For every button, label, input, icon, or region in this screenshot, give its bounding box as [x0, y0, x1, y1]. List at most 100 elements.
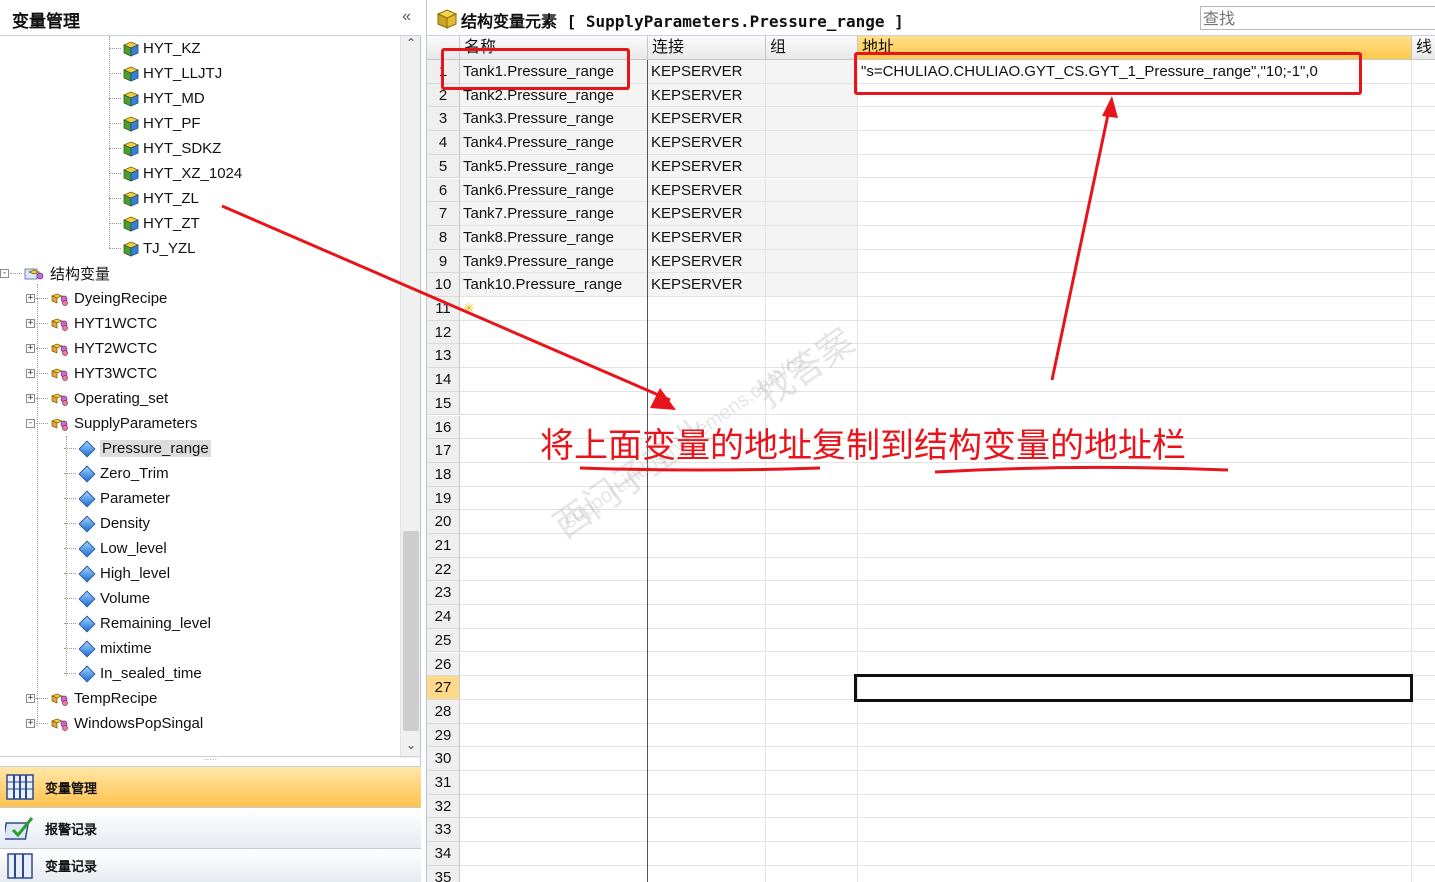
- cell-connection[interactable]: [648, 628, 766, 653]
- cell-group[interactable]: [766, 557, 858, 582]
- cell-name[interactable]: [460, 676, 648, 700]
- struct-node[interactable]: Operating_set: [50, 386, 168, 411]
- cell-connection[interactable]: [648, 510, 766, 534]
- cell-connection[interactable]: KEPSERVER: [648, 154, 766, 179]
- cell-extra[interactable]: [1412, 297, 1435, 321]
- cell-address[interactable]: [858, 486, 1412, 511]
- scroll-down-icon[interactable]: ⌄: [401, 738, 421, 758]
- cell-connection[interactable]: [648, 699, 766, 724]
- cell-connection[interactable]: [648, 605, 766, 629]
- cell-connection[interactable]: [648, 391, 766, 416]
- cell-address[interactable]: [858, 534, 1412, 558]
- expand-node-icon[interactable]: +: [26, 719, 35, 728]
- row-number[interactable]: 11: [427, 297, 460, 321]
- struct-node[interactable]: HYT3WCTC: [50, 361, 157, 386]
- cell-group[interactable]: [766, 225, 858, 250]
- tag-node[interactable]: HYT_LLJTJ: [123, 61, 222, 86]
- cell-address[interactable]: [858, 154, 1412, 179]
- struct-element-node[interactable]: Volume: [78, 586, 150, 611]
- cell-group[interactable]: [766, 320, 858, 345]
- cell-extra[interactable]: [1412, 581, 1435, 606]
- cell-address[interactable]: [858, 202, 1412, 226]
- collapse-button[interactable]: «: [402, 8, 411, 26]
- collapse-node-icon[interactable]: -: [0, 269, 9, 278]
- expand-node-icon[interactable]: +: [26, 319, 35, 328]
- row-number[interactable]: 29: [427, 723, 460, 748]
- cell-connection[interactable]: [648, 652, 766, 677]
- cell-name[interactable]: [460, 534, 648, 558]
- row-number[interactable]: 10: [427, 273, 460, 297]
- cell-address[interactable]: [858, 510, 1412, 534]
- cell-extra[interactable]: [1412, 534, 1435, 558]
- tree-scrollbar[interactable]: ⌃ ⌄: [400, 36, 420, 758]
- row-number[interactable]: 21: [427, 534, 460, 558]
- cell-connection[interactable]: [648, 818, 766, 843]
- cell-name[interactable]: Tank7.Pressure_range: [460, 202, 648, 226]
- cell-connection[interactable]: [648, 368, 766, 392]
- cell-name[interactable]: [460, 605, 648, 629]
- cell-connection[interactable]: KEPSERVER: [648, 83, 766, 108]
- cell-name[interactable]: [460, 344, 648, 369]
- cell-extra[interactable]: [1412, 202, 1435, 226]
- cell-connection[interactable]: [648, 865, 766, 882]
- cell-name[interactable]: [460, 865, 648, 882]
- cell-extra[interactable]: [1412, 866, 1435, 882]
- row-number[interactable]: 12: [427, 320, 460, 345]
- cell-connection[interactable]: KEPSERVER: [648, 249, 766, 274]
- cell-group[interactable]: [766, 249, 858, 274]
- cell-name[interactable]: [460, 842, 648, 866]
- cell-group[interactable]: [766, 107, 858, 132]
- cell-connection[interactable]: KEPSERVER: [648, 273, 766, 297]
- cell-address[interactable]: [858, 628, 1412, 653]
- cell-name[interactable]: [460, 557, 648, 582]
- scroll-thumb[interactable]: [403, 531, 419, 731]
- cell-connection[interactable]: [648, 771, 766, 795]
- cell-extra[interactable]: [1412, 487, 1435, 511]
- cell-extra[interactable]: [1412, 605, 1435, 629]
- struct-element-node[interactable]: Remaining_level: [78, 611, 211, 636]
- cell-name[interactable]: Tank9.Pressure_range: [460, 249, 648, 274]
- cell-group[interactable]: [766, 510, 858, 534]
- cell-group[interactable]: [766, 652, 858, 677]
- cell-group[interactable]: [766, 628, 858, 653]
- cell-connection[interactable]: KEPSERVER: [648, 107, 766, 132]
- cell-name[interactable]: [460, 391, 648, 416]
- cell-extra[interactable]: [1412, 842, 1435, 866]
- struct-root-node[interactable]: 结构变量: [24, 261, 110, 286]
- cell-address[interactable]: [858, 605, 1412, 629]
- cell-group[interactable]: [766, 534, 858, 558]
- cell-name[interactable]: Tank8.Pressure_range: [460, 225, 648, 250]
- cell-extra[interactable]: [1412, 321, 1435, 345]
- struct-element-node[interactable]: Density: [78, 511, 150, 536]
- row-number[interactable]: 5: [427, 154, 460, 179]
- row-number[interactable]: 25: [427, 628, 460, 653]
- cell-connection[interactable]: KEPSERVER: [648, 178, 766, 203]
- row-number[interactable]: 24: [427, 605, 460, 629]
- cell-group[interactable]: [766, 83, 858, 108]
- cell-extra[interactable]: [1412, 653, 1435, 677]
- cell-address[interactable]: [858, 842, 1412, 866]
- cell-extra[interactable]: [1412, 629, 1435, 653]
- expand-node-icon[interactable]: +: [26, 694, 35, 703]
- cell-address[interactable]: [858, 699, 1412, 724]
- cell-name[interactable]: [460, 723, 648, 748]
- nav-variable-management[interactable]: 变量管理: [0, 766, 421, 807]
- row-number[interactable]: 14: [427, 368, 460, 392]
- cell-extra[interactable]: [1412, 700, 1435, 724]
- row-number[interactable]: 13: [427, 344, 460, 369]
- cell-connection[interactable]: [648, 723, 766, 748]
- cell-name[interactable]: [460, 486, 648, 511]
- struct-element-node[interactable]: Low_level: [78, 536, 167, 561]
- nav-alarm-logging[interactable]: 报警记录: [0, 807, 421, 848]
- cell-address[interactable]: [858, 368, 1412, 392]
- cell-extra[interactable]: [1412, 344, 1435, 369]
- struct-node[interactable]: TempRecipe: [50, 686, 157, 711]
- search-input[interactable]: [1200, 6, 1435, 30]
- row-number[interactable]: 32: [427, 794, 460, 819]
- cell-group[interactable]: [766, 794, 858, 819]
- struct-element-node[interactable]: In_sealed_time: [78, 661, 202, 686]
- column-header[interactable]: 线: [1412, 36, 1435, 60]
- cell-name[interactable]: [460, 368, 648, 392]
- cell-name[interactable]: [460, 510, 648, 534]
- cell-name[interactable]: [460, 818, 648, 843]
